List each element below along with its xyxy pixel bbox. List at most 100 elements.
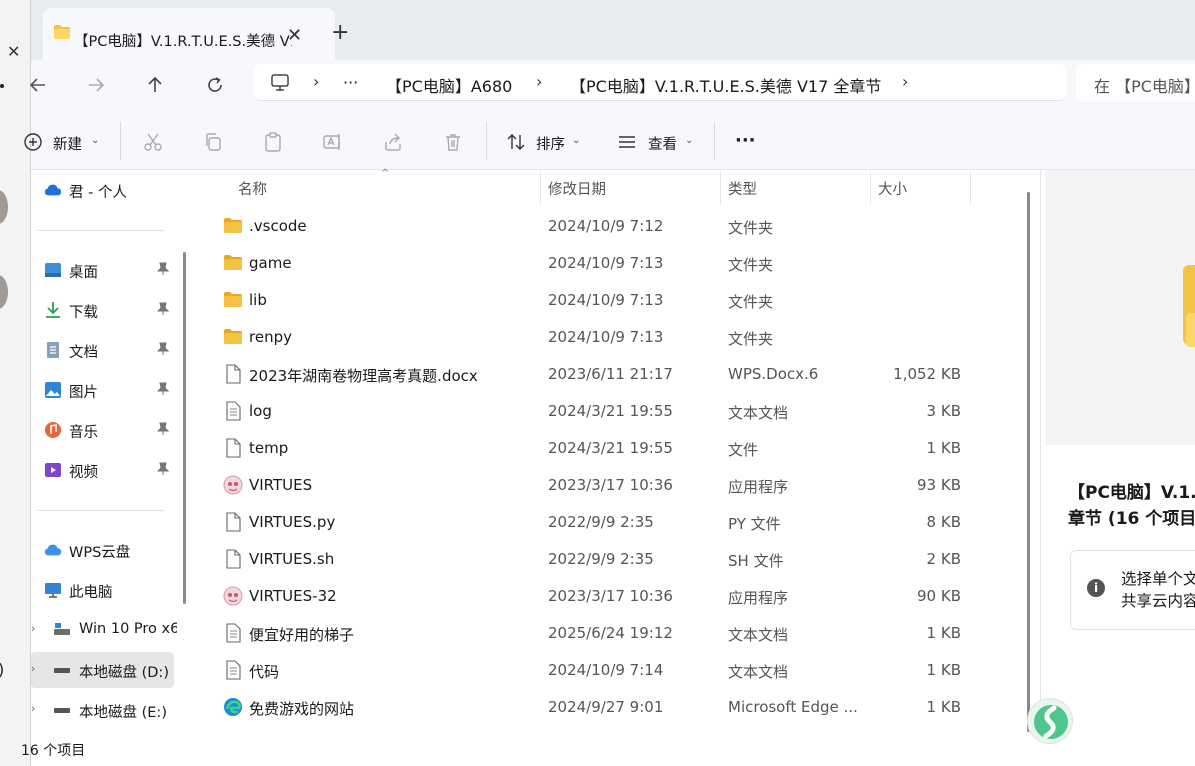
table-row[interactable]: temp 2024/3/21 19:55 文件 1 KB (197, 430, 977, 467)
cut-icon (144, 133, 162, 151)
new-label[interactable]: 新建 (53, 133, 82, 154)
table-row[interactable]: 2023年湖南卷物理高考真题.docx 2023/6/11 21:17 WPS.Do… (197, 356, 977, 393)
file-icon (223, 364, 243, 384)
table-row[interactable]: renpy 2024/10/9 7:13 文件夹 (197, 319, 977, 356)
floating-assistant-button[interactable] (1027, 698, 1073, 744)
desktop-icon (45, 263, 61, 277)
file-date: 2024/10/9 7:12 (548, 217, 664, 235)
table-row[interactable]: VIRTUES.sh 2022/9/9 2:35 SH 文件 2 KB (197, 541, 977, 578)
sidebar-item-label: WPS云盘 (69, 545, 131, 561)
forward-button[interactable] (81, 70, 111, 100)
copy-button[interactable] (202, 131, 224, 153)
sidebar-item-downloads[interactable]: 下载 (31, 292, 177, 328)
navigation-pane: 君 - 个人 桌面 下载 文档 图片 音乐 视频 WPS云盘 此电脑 › Win… (31, 170, 177, 734)
new-button[interactable] (22, 131, 44, 153)
file-type: 应用程序 (728, 478, 789, 496)
app-icon (223, 475, 243, 495)
table-row[interactable]: 免费游戏的网站 2024/9/27 9:01 Microsoft Edge ... 1… (197, 689, 977, 726)
pin-icon[interactable] (157, 302, 169, 316)
chevron-right-icon[interactable]: › (31, 622, 35, 635)
table-row[interactable]: 代码 2024/10/9 7:14 文本文档 1 KB (197, 652, 977, 689)
drive-icon (54, 668, 70, 673)
sidebar-item-label: Win 10 Pro x64 (79, 621, 177, 637)
table-row[interactable]: VIRTUES 2023/3/17 10:36 应用程序 93 KB (197, 467, 977, 504)
address-bar[interactable]: › ··· 【PC电脑】A680 › 【PC电脑】V.1.R.T.U.E.S.美… (254, 64, 1066, 101)
sidebar-item-label: 君 - 个人 (69, 185, 127, 201)
back-button[interactable] (23, 70, 53, 100)
up-button[interactable] (140, 70, 170, 100)
sidebar-item-pictures[interactable]: 图片 (31, 372, 177, 408)
table-row[interactable]: game 2024/10/9 7:13 文件夹 (197, 245, 977, 282)
more-options-button[interactable]: ··· (735, 130, 756, 151)
table-row[interactable]: 便宜好用的梯子 2025/6/24 19:12 文本文档 1 KB (197, 615, 977, 652)
pin-icon[interactable] (157, 422, 169, 436)
sidebar-scrollbar[interactable] (183, 252, 186, 604)
search-input[interactable]: 在 【PC电脑】V.1.R.T.U.E.S.美德 V17 全章节 中搜索 (1076, 64, 1195, 101)
table-row[interactable]: VIRTUES.py 2022/9/9 2:35 PY 文件 8 KB (197, 504, 977, 541)
sidebar-item-onedrive[interactable]: 君 - 个人 (31, 172, 177, 208)
status-bar: 16 个项目 (21, 734, 1195, 766)
pin-icon[interactable] (157, 382, 169, 396)
file-name: lib (249, 291, 267, 309)
documents-icon (47, 342, 59, 358)
sidebar-item-this-pc[interactable]: 此电脑 (31, 572, 177, 608)
drive-icon (54, 708, 70, 713)
sidebar-item-label: 本地磁盘 (E:) (79, 705, 167, 721)
new-tab-button[interactable]: + (331, 20, 349, 45)
column-header-name[interactable]: 名称 (238, 178, 267, 199)
breadcrumb-overflow[interactable]: ··· (343, 73, 358, 92)
sidebar-item-wps-cloud[interactable]: WPS云盘 (31, 532, 177, 568)
table-row[interactable]: .vscode 2024/10/9 7:12 文件夹 (197, 208, 977, 245)
paste-button[interactable] (262, 131, 284, 153)
chevron-right-icon[interactable]: › (31, 662, 35, 675)
share-button[interactable] (382, 131, 404, 153)
pin-icon[interactable] (157, 262, 169, 276)
pin-icon[interactable] (157, 462, 169, 476)
adjacent-close-icon: ✕ (7, 42, 21, 61)
tab-current[interactable]: 【PC电脑】V.1.R.T.U.E.S.美德 V17 全章节 ✕ (43, 8, 335, 60)
sidebar-item-label: 桌面 (69, 265, 98, 281)
computer-icon (271, 74, 289, 91)
view-label[interactable]: 查看 (648, 133, 677, 154)
sort-label[interactable]: 排序 (536, 133, 565, 154)
file-date: 2023/3/17 10:36 (548, 587, 673, 605)
rename-button[interactable] (322, 131, 344, 153)
view-button[interactable] (616, 131, 638, 153)
file-size: 93 KB (917, 476, 961, 494)
column-header-size[interactable]: 大小 (878, 178, 907, 199)
file-type: 文件夹 (728, 219, 774, 237)
column-header-type[interactable]: 类型 (728, 178, 757, 199)
file-list-scrollbar[interactable] (1027, 192, 1030, 732)
breadcrumb-item[interactable]: 【PC电脑】A680 (386, 73, 512, 97)
table-row[interactable]: VIRTUES-32 2023/3/17 10:36 应用程序 90 KB (197, 578, 977, 615)
sidebar-item-label: 下载 (69, 305, 98, 321)
sort-button[interactable] (505, 131, 527, 153)
chevron-right-icon[interactable]: › (31, 702, 35, 715)
file-name: 代码 (249, 663, 280, 681)
table-row[interactable]: log 2024/3/21 19:55 文本文档 3 KB (197, 393, 977, 430)
file-type: 文件夹 (728, 293, 774, 311)
refresh-button[interactable] (200, 70, 230, 100)
breadcrumb-separator: › (313, 72, 320, 91)
sidebar-item-drive-e[interactable]: › 本地磁盘 (E:) (31, 692, 177, 728)
cut-button[interactable] (142, 131, 164, 153)
sidebar-item-drive-c[interactable]: › Win 10 Pro x64 (31, 612, 177, 648)
file-name: VIRTUES (249, 476, 313, 494)
delete-button[interactable] (442, 131, 464, 153)
sidebar-item-desktop[interactable]: 桌面 (31, 252, 177, 288)
back-arrow-icon (29, 78, 45, 92)
breadcrumb-item[interactable]: 【PC电脑】V.1.R.T.U.E.S.美德 V17 全章节 (570, 73, 881, 97)
sidebar-item-documents[interactable]: 文档 (31, 332, 177, 368)
onedrive-cloud-icon (44, 184, 62, 196)
preview-area (1045, 170, 1195, 445)
breadcrumb-separator: › (902, 72, 909, 91)
column-header-date[interactable]: 修改日期 (548, 178, 606, 199)
sidebar-item-videos[interactable]: 视频 (31, 452, 177, 488)
pin-icon[interactable] (157, 342, 169, 356)
sidebar-item-drive-d[interactable]: › 本地磁盘 (D:) (31, 652, 174, 688)
tab-close-button[interactable]: ✕ (287, 25, 302, 46)
item-count: 16 个项目 (21, 743, 86, 759)
file-list: ^ 名称 修改日期 类型 大小 .vscode 2024/10/9 7:12 文件夹… (197, 168, 1019, 734)
sidebar-item-music[interactable]: 音乐 (31, 412, 177, 448)
table-row[interactable]: lib 2024/10/9 7:13 文件夹 (197, 282, 977, 319)
